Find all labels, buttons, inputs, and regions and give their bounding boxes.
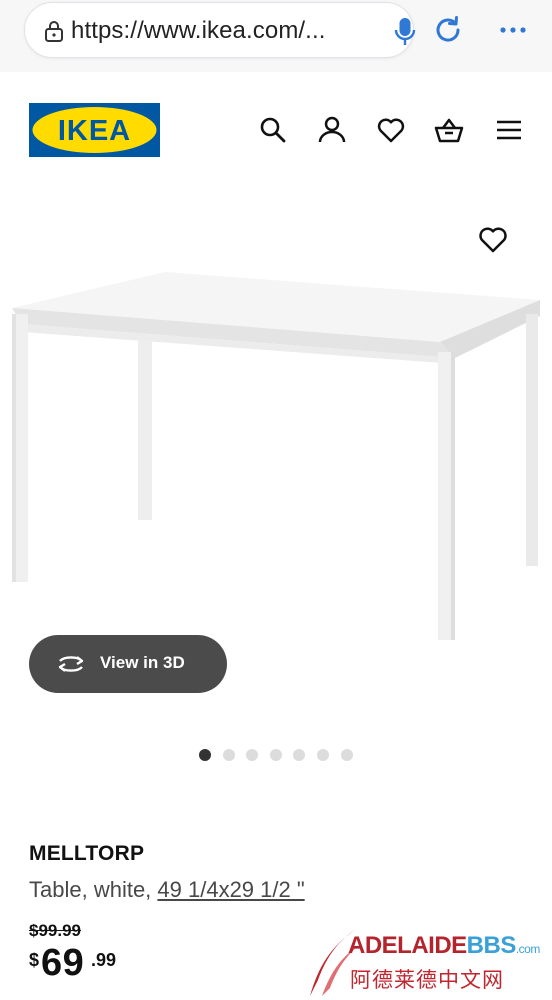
- gallery-dot[interactable]: [270, 749, 282, 761]
- lock-icon: [45, 21, 63, 42]
- product-dimensions-link[interactable]: 49 1/4x29 1/2 ": [157, 877, 304, 902]
- view-in-3d-button[interactable]: View in 3D: [29, 635, 227, 693]
- watermark-subtitle: 阿德莱德中文网: [350, 969, 504, 992]
- gallery-dot[interactable]: [293, 749, 305, 761]
- watermark: ADELAIDEBBS.com 阿德莱德中文网: [300, 918, 552, 1000]
- view-in-3d-label: View in 3D: [100, 653, 185, 672]
- watermark-brand: ADELAIDEBBS.com: [348, 932, 540, 960]
- price-decimals: .99: [91, 950, 117, 970]
- gallery-dot[interactable]: [223, 749, 235, 761]
- product-description: Table, white, 49 1/4x29 1/2 ": [29, 877, 305, 903]
- address-bar[interactable]: https://www.ikea.com/...: [24, 2, 417, 58]
- search-icon[interactable]: [258, 115, 288, 145]
- reload-icon[interactable]: [432, 14, 464, 46]
- product-name: MELLTORP: [29, 842, 145, 865]
- gallery-dot[interactable]: [199, 749, 211, 761]
- rotate-3d-icon: [58, 656, 84, 672]
- price-currency: $: [29, 950, 40, 970]
- price-integer: 69: [41, 942, 85, 984]
- ikea-logo[interactable]: IKEA: [29, 103, 160, 157]
- account-icon[interactable]: [317, 115, 347, 145]
- favourites-icon[interactable]: [376, 115, 406, 145]
- menu-icon[interactable]: [494, 115, 524, 145]
- watermark-brand-a: ADELAIDE: [348, 932, 467, 959]
- product-desc-prefix: Table, white,: [29, 877, 158, 902]
- gallery-dot[interactable]: [317, 749, 329, 761]
- more-icon[interactable]: [498, 24, 528, 36]
- add-to-favourites-icon[interactable]: [478, 226, 508, 254]
- previous-price: $99.99: [29, 921, 81, 940]
- browser-toolbar: https://www.ikea.com/...: [0, 0, 552, 72]
- product-image-table: [12, 272, 540, 640]
- watermark-brand-b: BBS: [466, 932, 517, 959]
- microphone-icon[interactable]: [393, 17, 417, 47]
- watermark-brand-suffix: .com: [515, 942, 541, 956]
- url-text[interactable]: https://www.ikea.com/...: [71, 17, 325, 45]
- gallery-dot[interactable]: [246, 749, 258, 761]
- logo-text: IKEA: [58, 115, 131, 147]
- gallery-dot[interactable]: [341, 749, 353, 761]
- cart-icon[interactable]: [434, 115, 464, 145]
